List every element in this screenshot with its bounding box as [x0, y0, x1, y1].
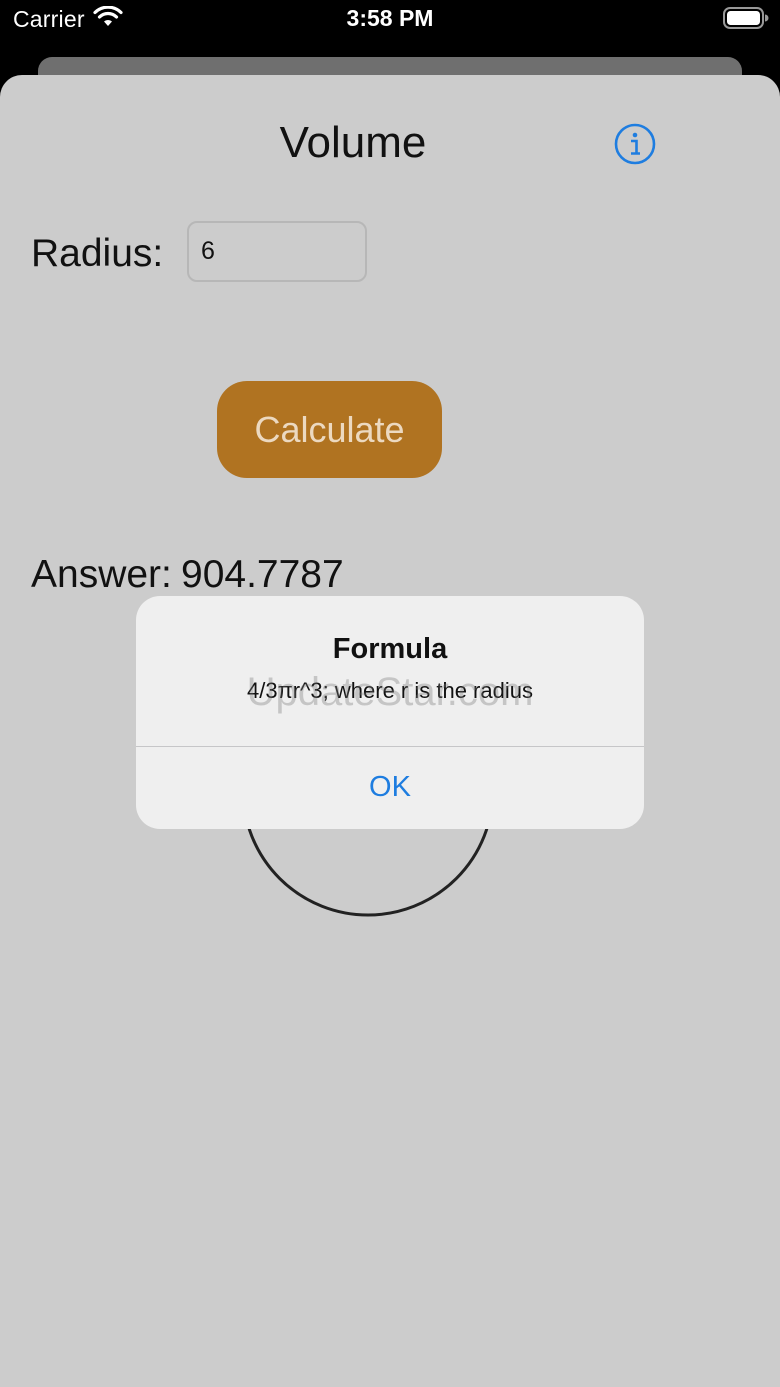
calculate-button[interactable]: Calculate [217, 381, 442, 478]
status-bar: Carrier 3:58 PM [0, 0, 780, 40]
alert-title: Formula [332, 633, 448, 665]
alert-message: 4/3πr^3; where r is the radius [247, 678, 533, 703]
radius-input[interactable]: 6 [187, 221, 367, 282]
formula-alert: Formula 4/3πr^3; where r is the radius O… [136, 596, 644, 829]
answer-value: 904.7787 [181, 553, 344, 596]
info-circle-icon[interactable] [613, 122, 657, 166]
ok-button[interactable]: OK [136, 747, 644, 829]
radius-label: Radius: [31, 232, 164, 275]
page-title: Volume [279, 118, 427, 167]
battery-icon [723, 7, 769, 29]
answer-label: Answer: [31, 553, 172, 596]
app-screen: Carrier 3:58 PM Volume Radius: 6 Calcula… [0, 0, 780, 1387]
status-time: 3:58 PM [346, 5, 434, 31]
